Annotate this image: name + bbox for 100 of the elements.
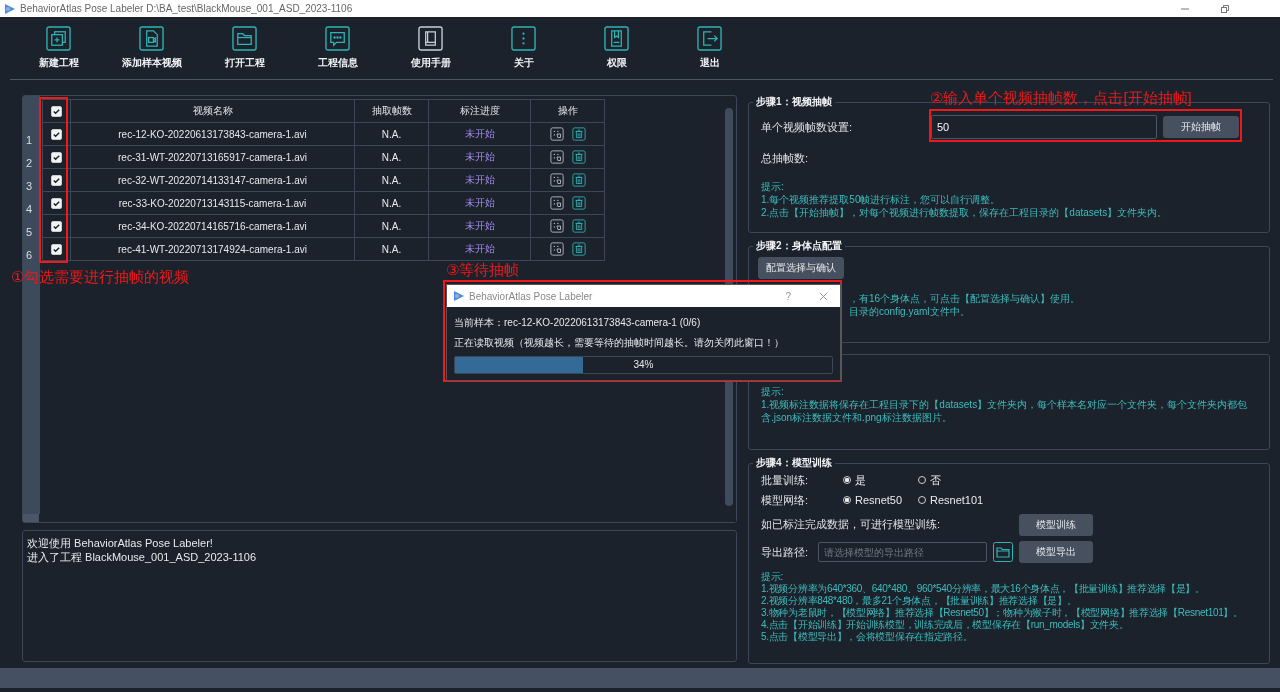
progress-percent: 34% [633,358,654,372]
select-all-checkbox[interactable] [51,105,62,117]
toolbar-button[interactable]: 权限 [570,17,663,79]
radio-option[interactable]: 否 [918,472,993,488]
hint-text: 提示: [761,181,784,192]
row-number: 3 [26,179,33,192]
hint-text: 提示: [761,386,784,397]
row-checkbox[interactable] [51,243,62,255]
train-button[interactable]: 模型训练 [1019,513,1093,536]
toolbar-button[interactable]: 工程信息 [291,17,384,79]
status-text: 未开始 [464,151,495,162]
row-checkbox[interactable] [51,174,62,186]
hint-text: 5.点击【模型导出】，会将模型保存在指定路径。 [761,631,973,642]
plus-square-icon [46,26,71,51]
delete-icon[interactable] [571,196,586,210]
frame-count: N.A. [381,197,402,209]
annotation-text: ②输入单个视频抽帧数，点击[开始抽帧] [930,89,1192,108]
step-title: 步骤2：身体点配置 [755,239,843,253]
frame-count: N.A. [381,220,402,232]
export-path-input[interactable]: 请选择模型的导出路径 [818,542,987,562]
toolbar-button[interactable]: 关于 [477,17,570,79]
status-text: 未开始 [464,243,495,254]
row-number: 4 [26,202,33,215]
frame-count: N.A. [381,243,402,255]
hint-text: 2.点击【开始抽帧】，对每个视频进行帧数提取，保存在工程目录的【datasets】文件夹内。 [761,207,1168,218]
row-checkbox[interactable] [51,220,62,232]
status-text: 未开始 [464,197,495,208]
field-label: 导出路径: [761,544,810,560]
folder-icon [232,26,257,51]
close-icon[interactable] [819,291,828,301]
annotate-icon[interactable] [549,173,564,187]
annotate-icon[interactable] [549,150,564,164]
exit-icon [697,26,722,51]
annotate-icon[interactable] [549,219,564,233]
current-sample-text: 当前样本：rec-12-KO-20220613173843-camera-1 (0/6) [454,317,701,328]
field-label: 批量训练: [761,472,810,488]
hint-text: 1.每个视频推荐提取50帧进行标注，您可以自行调整。 [761,194,1001,205]
radio-option[interactable]: Resnet101 [918,494,993,506]
video-name: rec-31-WT-20220713165917-camera-1.avi [118,151,307,163]
annotation-text: ③等待抽帧 [446,261,520,280]
row-checkbox[interactable] [51,197,62,209]
hint-text: 1.视频分辨率为640*360、640*480、960*540分辨率，最大16个身体点，【批量训练】推荐选择【是】。 [761,583,1205,594]
column-header: 标注进度 [459,105,500,116]
app-logo-icon [4,2,16,15]
hint-text: 提示: [761,571,783,582]
radio-option[interactable]: Resnet50 [843,494,918,506]
toolbar-button[interactable]: 添加样本视频 [105,17,198,79]
toolbar-button[interactable]: 使用手册 [384,17,477,79]
row-number: 1 [26,133,33,146]
restore-icon[interactable] [1220,3,1230,14]
export-button[interactable]: 模型导出 [1019,541,1093,563]
annotate-icon[interactable] [549,127,564,141]
annotation-text: ①勾选需要进行抽帧的视频 [11,268,190,287]
annotate-icon[interactable] [549,196,564,210]
log-line: 进入了工程 BlackMouse_001_ASD_2023-1106 [27,551,257,563]
hint-text: 2.视频分辨率848*480，最多21个身体点，【批量训练】推荐选择【是】。 [761,595,1077,606]
step-title: 步骤1：视频抽帧 [755,95,833,109]
folder-icon[interactable] [993,542,1013,562]
delete-icon[interactable] [571,150,586,164]
column-header: 抽取帧数 [371,105,412,116]
dialog-title: BehaviorAtlas Pose Labeler [469,290,593,302]
start-extract-button[interactable]: 开始抽帧 [1163,116,1239,138]
row-checkbox[interactable] [51,128,62,140]
frame-count: N.A. [381,174,402,186]
toolbar-button[interactable]: 打开工程 [198,17,291,79]
delete-icon[interactable] [571,173,586,187]
video-name: rec-33-KO-20220713143115-camera-1.avi [118,197,307,209]
delete-icon[interactable] [571,242,586,256]
row-number: 2 [26,156,33,169]
hint-text: ，有16个身体点，可点击【配置选择与确认】使用。 [849,293,1081,304]
status-text: 未开始 [464,128,495,139]
hint-text: 1.视频标注数据将保存在工程目录下的【datasets】文件夹内，每个样本名对应一个文件夹，每个文件夹内都包含.json标注数据文件和.png标注数据图片。 [761,399,1248,423]
more-icon [511,26,536,51]
toolbar-button[interactable]: 退出 [663,17,756,79]
hint-text: 3.物种为老鼠时，【模型网络】推荐选择【Resnet50】；物种为猴子时，【模型网络】推荐选择【Resnet101】。 [761,607,1243,618]
radio-option[interactable]: 是 [843,472,918,488]
status-message: 正在读取视频（视频越长，需要等待的抽帧时间越长。请勿关闭此窗口！） [454,337,784,348]
field-label: 单个视频帧数设置: [761,119,854,135]
column-header: 视频名称 [192,105,233,116]
video-name: rec-41-WT-20220713174924-camera-1.avi [118,243,307,255]
status-text: 未开始 [464,174,495,185]
chat-icon [325,26,350,51]
window-title: BehaviorAtlas Pose Labeler D:\BA_test\BlackMouse_001_ASD_2023-1106 [20,3,353,14]
horizontal-scrollbar[interactable] [23,514,39,522]
frame-count: N.A. [381,128,402,140]
status-text: 未开始 [464,220,495,231]
frames-input[interactable]: 50 [931,115,1157,139]
config-button[interactable]: 配置选择与确认 [758,257,844,279]
step-title: 步骤4：模型训练 [755,456,833,470]
delete-icon[interactable] [571,219,586,233]
column-header: 操作 [557,105,578,116]
book-icon [418,26,443,51]
hint-text: 4.点击【开始训练】开始训练模型，训练完成后，模型保存在【run_models】文件夹。 [761,619,1129,630]
delete-icon[interactable] [571,127,586,141]
total-frames-label: 总抽帧数: [761,151,810,166]
annotate-icon[interactable] [549,242,564,256]
video-name: rec-32-WT-20220714133147-camera-1.avi [118,174,307,186]
toolbar-button[interactable]: 新建工程 [12,17,105,79]
row-checkbox[interactable] [51,151,62,163]
bookmark-icon [604,26,629,51]
